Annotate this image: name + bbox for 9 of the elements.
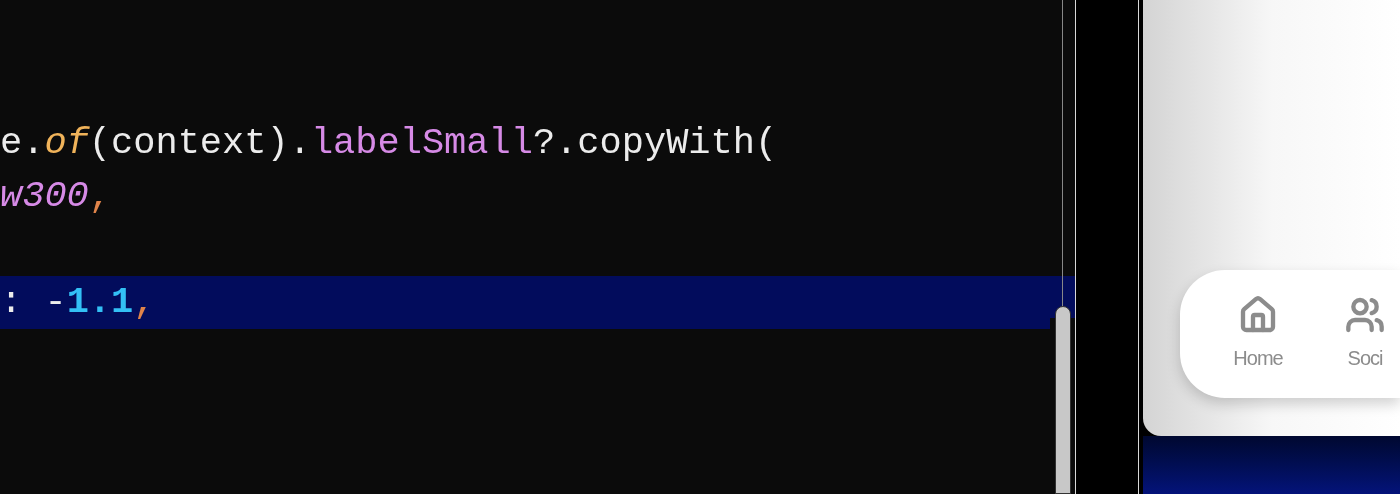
scrollbar-thumb[interactable] — [1054, 306, 1071, 494]
nav-tab[interactable]: Soci — [1330, 295, 1400, 373]
code-line: e.of(context).labelSmall?.copyWith( — [0, 121, 779, 166]
code-line: w300, — [0, 174, 113, 219]
home-icon — [1238, 295, 1278, 335]
nav-label: Home — [1233, 346, 1283, 371]
nav-tab[interactable]: Home — [1223, 295, 1293, 373]
people-icon — [1345, 295, 1385, 335]
nav-label: Soci — [1347, 346, 1383, 371]
